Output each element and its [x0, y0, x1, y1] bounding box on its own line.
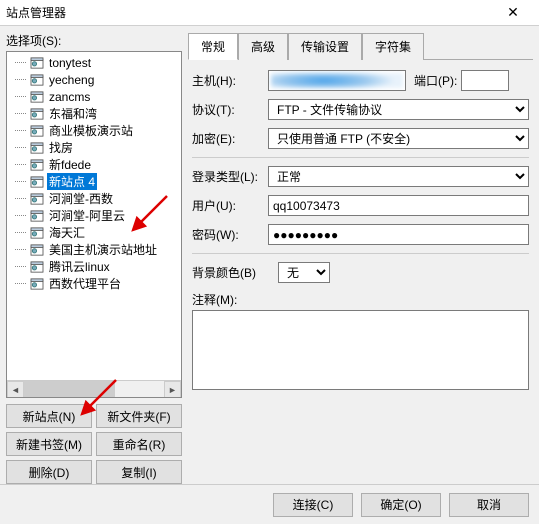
- tab-charset[interactable]: 字符集: [362, 33, 424, 60]
- scroll-thumb[interactable]: [24, 381, 115, 397]
- new-bookmark-button[interactable]: 新建书签(M): [6, 432, 92, 456]
- tree-item[interactable]: 海天汇: [7, 224, 181, 241]
- logon-label: 登录类型(L):: [192, 168, 268, 185]
- host-input[interactable]: [268, 70, 406, 91]
- logon-select[interactable]: 正常: [268, 166, 529, 187]
- tab-general[interactable]: 常规: [188, 33, 238, 60]
- tree-item[interactable]: yecheng: [7, 71, 181, 88]
- tree-item-label: 腾讯云linux: [47, 258, 112, 275]
- tab-bar: 常规 高级 传输设置 字符集: [188, 32, 533, 60]
- bgcolor-select[interactable]: 无: [278, 262, 330, 283]
- tree-item-label: zancms: [47, 90, 92, 104]
- tree-item-label: 商业模板演示站: [47, 122, 135, 139]
- tree-item-label: 东福和湾: [47, 105, 99, 122]
- tree-item[interactable]: 新站点 4: [7, 173, 181, 190]
- tree-item[interactable]: 找房: [7, 139, 181, 156]
- server-icon: [29, 90, 45, 104]
- tree-item[interactable]: 河涧堂-西数: [7, 190, 181, 207]
- left-panel: 选择项(S): tonytest yecheng zancms东福和湾商业模板演示站…: [6, 32, 182, 484]
- close-icon[interactable]: ✕: [493, 4, 533, 21]
- tab-advanced[interactable]: 高级: [238, 33, 288, 60]
- password-label: 密码(W):: [192, 226, 268, 243]
- tree-item[interactable]: 腾讯云linux: [7, 258, 181, 275]
- tree-item[interactable]: 商业模板演示站: [7, 122, 181, 139]
- tree-item[interactable]: 河涧堂-阿里云: [7, 207, 181, 224]
- tree-item-label: 找房: [47, 139, 75, 156]
- horizontal-scrollbar[interactable]: ◄ ►: [7, 380, 181, 397]
- scroll-left-icon[interactable]: ◄: [7, 381, 24, 398]
- new-folder-button[interactable]: 新文件夹(F): [96, 404, 182, 428]
- window-title: 站点管理器: [6, 4, 493, 21]
- server-icon: [29, 141, 45, 155]
- notes-textarea[interactable]: [192, 310, 529, 390]
- select-label: 选择项(S):: [6, 32, 182, 49]
- server-icon: [29, 277, 45, 291]
- server-icon: [29, 243, 45, 257]
- tree-item-label: 新fdede: [47, 156, 93, 173]
- tree-item-label: 海天汇: [47, 224, 87, 241]
- cancel-button[interactable]: 取消: [449, 493, 529, 517]
- site-tree[interactable]: tonytest yecheng zancms东福和湾商业模板演示站找房新fdede…: [6, 51, 182, 398]
- tree-item-label: 河涧堂-阿里云: [47, 207, 127, 224]
- bgcolor-label: 背景颜色(B): [192, 264, 278, 281]
- server-icon: [29, 226, 45, 240]
- port-input[interactable]: [461, 70, 509, 91]
- tree-item[interactable]: 新fdede: [7, 156, 181, 173]
- titlebar: 站点管理器 ✕: [0, 0, 539, 26]
- ok-button[interactable]: 确定(O): [361, 493, 441, 517]
- tree-item[interactable]: 美国主机演示站地址: [7, 241, 181, 258]
- port-label: 端口(P):: [414, 72, 457, 89]
- tree-item-label: 西数代理平台: [47, 275, 123, 292]
- server-icon: [29, 175, 45, 189]
- rename-button[interactable]: 重命名(R): [96, 432, 182, 456]
- site-manager-window: 站点管理器 ✕ 选择项(S): tonytest yecheng zancms东福和…: [0, 0, 539, 524]
- tree-item[interactable]: tonytest: [7, 54, 181, 71]
- server-icon: [29, 209, 45, 223]
- right-panel: 常规 高级 传输设置 字符集 主机(H): 端口(P): 协议(T): FTP …: [188, 32, 533, 484]
- server-icon: [29, 56, 45, 70]
- encryption-label: 加密(E):: [192, 130, 268, 147]
- protocol-label: 协议(T):: [192, 101, 268, 118]
- copy-button[interactable]: 复制(I): [96, 460, 182, 484]
- delete-button[interactable]: 删除(D): [6, 460, 92, 484]
- server-icon: [29, 260, 45, 274]
- server-icon: [29, 73, 45, 87]
- tree-item-label: yecheng: [47, 73, 96, 87]
- general-form: 主机(H): 端口(P): 协议(T): FTP - 文件传输协议 加密(E):…: [188, 60, 533, 484]
- connect-button[interactable]: 连接(C): [273, 493, 353, 517]
- server-icon: [29, 107, 45, 121]
- tree-item-label: tonytest: [47, 56, 93, 70]
- user-input[interactable]: [268, 195, 529, 216]
- tree-item-label: 新站点 4: [47, 173, 97, 190]
- protocol-select[interactable]: FTP - 文件传输协议: [268, 99, 529, 120]
- password-input[interactable]: [268, 224, 529, 245]
- tree-item[interactable]: 西数代理平台: [7, 275, 181, 292]
- divider2: [192, 253, 529, 254]
- tree-item[interactable]: 东福和湾: [7, 105, 181, 122]
- tree-item-label: 美国主机演示站地址: [47, 241, 159, 258]
- host-label: 主机(H):: [192, 72, 268, 89]
- tree-item-label: 河涧堂-西数: [47, 190, 115, 207]
- tab-transfer[interactable]: 传输设置: [288, 33, 362, 60]
- encryption-select[interactable]: 只使用普通 FTP (不安全): [268, 128, 529, 149]
- new-site-button[interactable]: 新站点(N): [6, 404, 92, 428]
- notes-label: 注释(M):: [192, 291, 268, 308]
- server-icon: [29, 158, 45, 172]
- tree-item[interactable]: zancms: [7, 88, 181, 105]
- server-icon: [29, 192, 45, 206]
- server-icon: [29, 124, 45, 138]
- footer: 连接(C) 确定(O) 取消: [0, 484, 539, 524]
- left-button-grid: 新站点(N) 新文件夹(F) 新建书签(M) 重命名(R) 删除(D) 复制(I…: [6, 404, 182, 484]
- divider: [192, 157, 529, 158]
- user-label: 用户(U):: [192, 197, 268, 214]
- scroll-right-icon[interactable]: ►: [164, 381, 181, 398]
